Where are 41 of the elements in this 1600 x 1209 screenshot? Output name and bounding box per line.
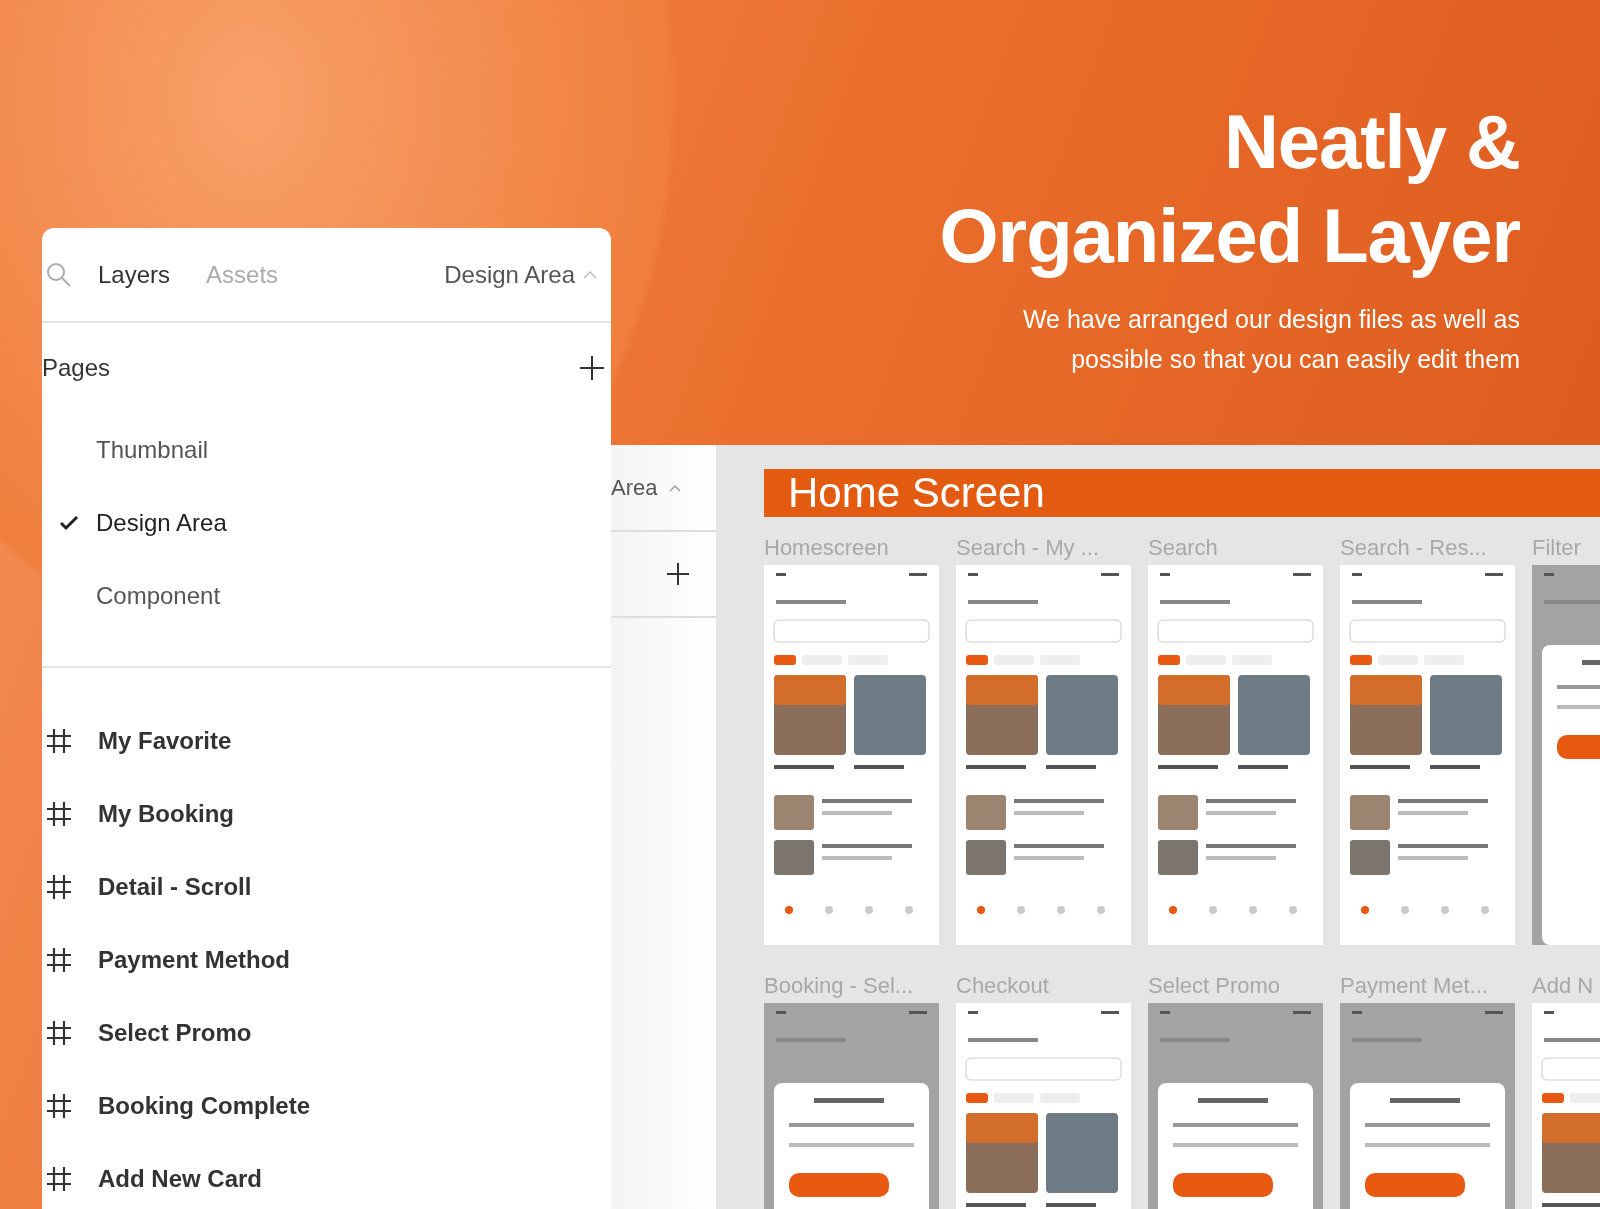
- frame-icon: [46, 1092, 72, 1119]
- layer-item[interactable]: Booking Complete: [98, 1091, 310, 1120]
- page-dropdown[interactable]: Design Area: [444, 260, 575, 289]
- frame-label: Add N: [1532, 973, 1595, 1000]
- frame-icon: [46, 1165, 72, 1192]
- subtitle: possible so that you can easily edit them: [1070, 344, 1520, 375]
- layer-item[interactable]: My Favorite: [98, 726, 232, 755]
- add-icon[interactable]: [666, 562, 690, 586]
- frame-label: Checkout: [956, 973, 1050, 1000]
- page-item[interactable]: Thumbnail: [96, 435, 209, 464]
- layer-item[interactable]: Detail - Scroll: [98, 872, 252, 901]
- caret-icon: [583, 270, 597, 279]
- caret-icon: [669, 483, 682, 492]
- page-item[interactable]: Design Area: [96, 508, 227, 537]
- frame-label: Homescreen: [764, 535, 890, 562]
- frame-label: Booking - Sel...: [764, 973, 915, 1000]
- frame-icon: [46, 1019, 72, 1046]
- frame-icon: [46, 873, 72, 900]
- frame-label: Payment Met...: [1340, 973, 1489, 1000]
- page-item[interactable]: Component: [96, 581, 221, 610]
- frame-icon: [46, 946, 72, 973]
- layer-item[interactable]: Add New Card: [98, 1164, 262, 1193]
- add-icon[interactable]: [579, 355, 605, 381]
- headline: Organized Layer: [939, 192, 1520, 280]
- pages-title: Pages: [42, 354, 111, 382]
- subtitle: We have arranged our design files as well as: [1021, 304, 1520, 335]
- frame-label: Search - Res...: [1340, 535, 1488, 562]
- layer-item[interactable]: Payment Method: [98, 945, 291, 974]
- frame-label: Search: [1148, 535, 1219, 562]
- frame-label: Select Promo: [1148, 973, 1282, 1000]
- frame-icon: [46, 800, 72, 827]
- headline: Neatly &: [1222, 98, 1520, 186]
- frame-icon: [46, 727, 72, 754]
- section-title: Home Screen: [788, 469, 1045, 517]
- page-dropdown[interactable]: Area: [611, 474, 658, 501]
- check-icon: [59, 514, 79, 531]
- panel-tab[interactable]: Layers: [98, 260, 171, 289]
- layer-item[interactable]: Select Promo: [98, 1018, 252, 1047]
- frame-label: Search - My ...: [956, 535, 1101, 562]
- frame-label: Filter: [1532, 535, 1582, 562]
- layer-item[interactable]: My Booking: [98, 799, 234, 828]
